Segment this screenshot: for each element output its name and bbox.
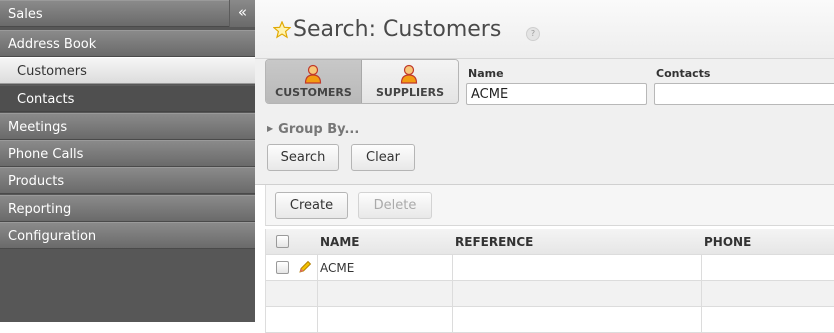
filter-toggle-group: CUSTOMERS SUPPLIERS [265,59,459,104]
sidebar-item-phone-calls[interactable]: Phone Calls [0,140,255,167]
column-header-name[interactable]: NAME [320,229,359,254]
double-chevron-left-icon: « [237,3,248,21]
sidebar-item-customers[interactable]: Customers [0,57,255,84]
star-icon[interactable] [273,21,291,39]
toggle-label: SUPPLIERS [376,86,444,99]
row-checkbox[interactable] [276,261,289,274]
collapse-sidebar-button[interactable]: « [229,0,255,27]
column-divider [701,255,702,280]
list-view: Create Delete NAME REFERENCE PHONE ACME [255,185,834,333]
column-divider [701,281,702,306]
select-all-checkbox[interactable] [276,235,289,248]
sidebar-item-label: Products [8,174,65,189]
column-divider [452,281,453,306]
triangle-right-icon: ▶ [267,124,274,133]
contacts-field[interactable] [654,83,834,105]
sidebar-item-label: Contacts [17,92,75,107]
table-row[interactable]: ACME [265,255,834,281]
column-divider [452,307,453,332]
delete-button[interactable]: Delete [358,192,432,219]
group-by-label: Group By... [278,122,360,137]
user-icon [400,64,418,84]
help-icon[interactable]: ? [526,27,540,41]
user-icon [304,64,322,84]
sidebar-item-address-book[interactable]: Address Book [0,30,255,57]
sidebar-item-reporting[interactable]: Reporting [0,195,255,222]
contacts-field-label: Contacts [656,67,711,80]
column-header-phone[interactable]: PHONE [704,229,751,254]
cell-name: ACME [320,261,355,275]
name-field-label: Name [468,67,504,80]
page-title: Search: Customers [293,17,502,42]
toggle-label: CUSTOMERS [275,86,352,99]
create-button[interactable]: Create [275,192,348,219]
column-divider [701,307,702,332]
group-by-toggle[interactable]: ▶ Group By... [267,122,359,137]
column-header-reference[interactable]: REFERENCE [455,229,533,254]
sidebar: Sales « Address Book Customers Contacts … [0,0,255,322]
name-field[interactable] [466,83,647,105]
sidebar-item-contacts[interactable]: Contacts [0,85,255,112]
sidebar-item-label: Sales [8,7,43,22]
sidebar-item-label: Customers [17,64,87,79]
pencil-icon[interactable] [298,260,312,274]
sidebar-item-label: Reporting [8,202,72,217]
search-panel: CUSTOMERS SUPPLIERS Name Contacts ▶ Group… [255,59,834,185]
page-header: Search: Customers ? [255,0,834,59]
list-toolbar: Create Delete [265,185,834,226]
table-header-row: NAME REFERENCE PHONE [265,229,834,255]
column-divider [317,307,318,332]
sidebar-item-label: Address Book [8,37,97,52]
sidebar-item-label: Configuration [8,229,97,244]
empty-table-row [265,307,834,333]
search-button[interactable]: Search [267,144,339,171]
sidebar-item-label: Phone Calls [8,147,84,162]
column-divider [317,281,318,306]
sidebar-item-products[interactable]: Products [0,167,255,194]
empty-table-row [265,281,834,307]
sidebar-item-meetings[interactable]: Meetings [0,113,255,140]
customers-filter-toggle[interactable]: CUSTOMERS [266,60,362,103]
sidebar-item-sales[interactable]: Sales [0,0,255,27]
clear-button[interactable]: Clear [351,144,415,171]
sidebar-item-configuration[interactable]: Configuration [0,222,255,249]
column-divider [452,255,453,280]
sidebar-item-label: Meetings [8,120,68,135]
suppliers-filter-toggle[interactable]: SUPPLIERS [362,60,458,103]
column-divider [317,255,318,280]
